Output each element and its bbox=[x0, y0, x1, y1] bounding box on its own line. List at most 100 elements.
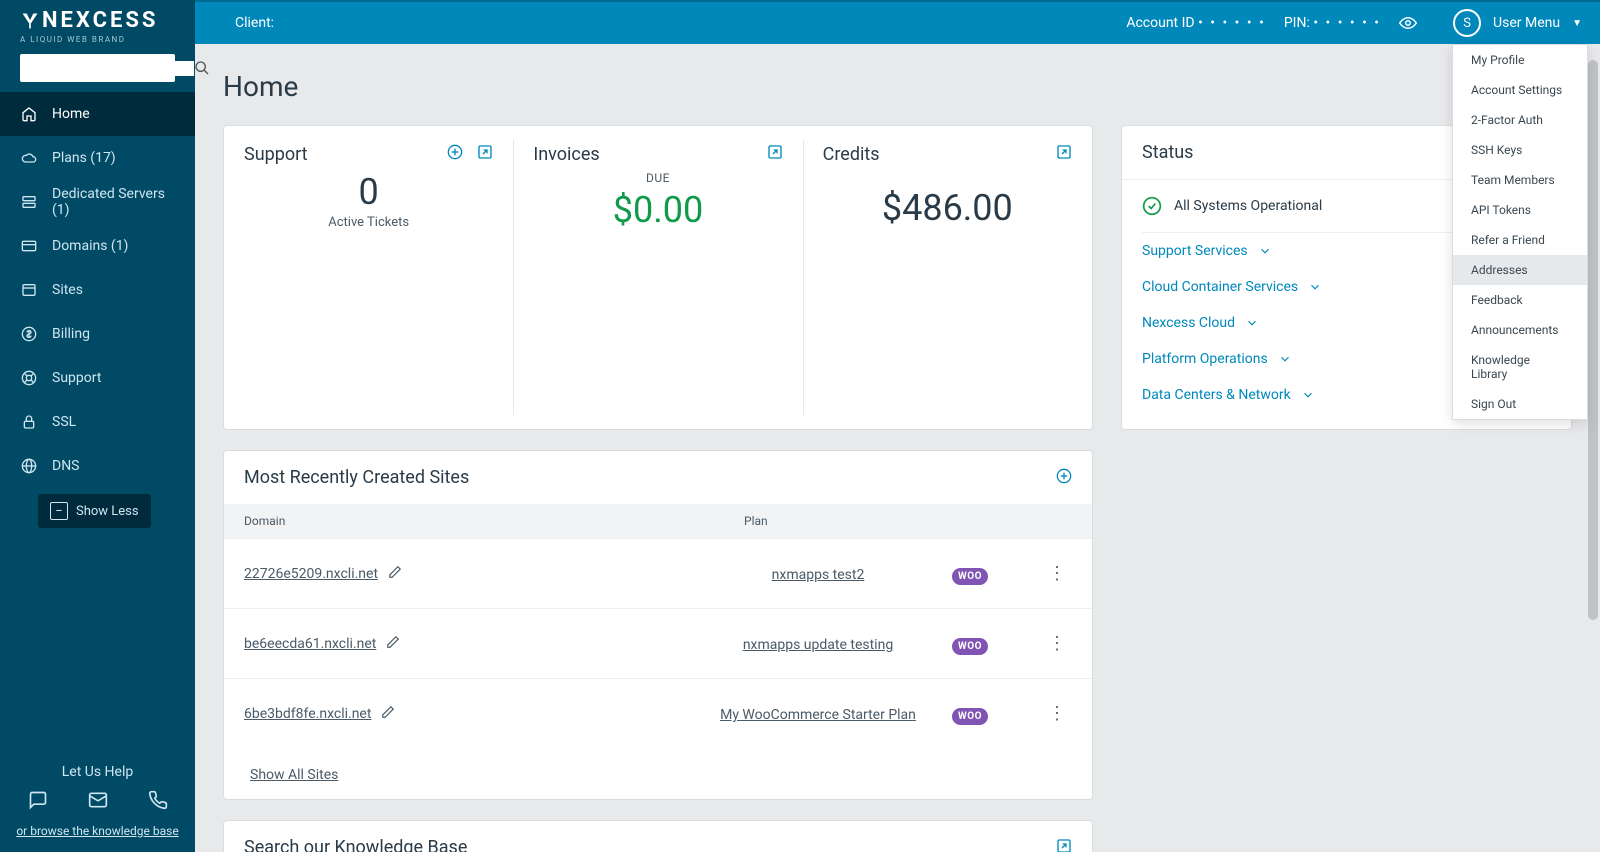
user-menu-item[interactable]: Addresses bbox=[1453, 255, 1587, 285]
account-id-value: • • • • • • bbox=[1198, 15, 1266, 31]
credits-value: $486.00 bbox=[823, 187, 1072, 229]
reveal-eye-icon[interactable] bbox=[1399, 14, 1417, 32]
sites-card: Most Recently Created Sites Domain Plan … bbox=[223, 450, 1093, 800]
site-domain-link[interactable]: 6be3bdf8fe.nxcli.net bbox=[244, 706, 371, 722]
user-menu-item[interactable]: My Profile bbox=[1453, 45, 1587, 75]
sidebar-item-card[interactable]: Domains (1) bbox=[0, 224, 195, 268]
logo-main: NEXCESS bbox=[20, 8, 175, 33]
brand-tagline: A LIQUID WEB BRAND bbox=[20, 35, 175, 44]
show-all-sites-link[interactable]: Show All Sites bbox=[250, 767, 338, 783]
user-menu-item[interactable]: Account Settings bbox=[1453, 75, 1587, 105]
site-domain-link[interactable]: be6eecda61.nxcli.net bbox=[244, 636, 376, 652]
pin-group: PIN: • • • • • • bbox=[1284, 15, 1381, 31]
sidebar-item-dollar[interactable]: Billing bbox=[0, 312, 195, 356]
invoices-value: $0.00 bbox=[533, 189, 782, 231]
table-row: 22726e5209.nxcli.netnxmapps test2WOO⋮ bbox=[224, 538, 1092, 608]
dollar-icon bbox=[20, 325, 38, 343]
user-menu-item[interactable]: 2-Factor Auth bbox=[1453, 105, 1587, 135]
sidebar-search-input[interactable] bbox=[28, 61, 194, 76]
kb-link[interactable]: or browse the knowledge base bbox=[10, 824, 185, 838]
show-less-button[interactable]: −Show Less bbox=[38, 494, 151, 528]
sidebar-item-lock[interactable]: SSL bbox=[0, 400, 195, 444]
user-menu-dropdown: My ProfileAccount Settings2-Factor AuthS… bbox=[1452, 44, 1588, 420]
edit-icon[interactable] bbox=[381, 704, 395, 723]
due-label: DUE bbox=[533, 171, 782, 185]
kb-title: Search our Knowledge Base bbox=[244, 837, 467, 852]
invoices-title: Invoices bbox=[533, 144, 599, 165]
row-menu-icon[interactable]: ⋮ bbox=[1042, 703, 1072, 724]
sidebar-item-label: SSL bbox=[52, 414, 76, 430]
sidebar-item-lifebuoy[interactable]: Support bbox=[0, 356, 195, 400]
email-icon[interactable] bbox=[88, 790, 108, 814]
account-id-label: Account ID bbox=[1126, 15, 1194, 31]
sidebar-item-label: Plans (17) bbox=[52, 150, 116, 166]
status-title: Status bbox=[1142, 142, 1193, 163]
site-plan-link[interactable]: nxmapps update testing bbox=[743, 637, 893, 653]
status-group-label: Platform Operations bbox=[1142, 351, 1268, 367]
open-support-icon[interactable] bbox=[477, 144, 493, 164]
chat-icon[interactable] bbox=[28, 790, 48, 814]
user-menu-item[interactable]: Sign Out bbox=[1453, 389, 1587, 419]
site-domain-link[interactable]: 22726e5209.nxcli.net bbox=[244, 566, 378, 582]
nav-list: Home Plans (17) Dedicated Servers (1)Domai… bbox=[0, 92, 195, 750]
top-bar: Client: Account ID • • • • • • PIN: • • … bbox=[0, 0, 1600, 44]
window-icon bbox=[20, 281, 38, 299]
status-group-label: Support Services bbox=[1142, 243, 1248, 259]
add-site-icon[interactable] bbox=[1056, 468, 1072, 488]
support-count: 0 bbox=[244, 171, 493, 213]
user-menu-item[interactable]: SSH Keys bbox=[1453, 135, 1587, 165]
main-content: Home Support 0 Active Tickets Invoices bbox=[195, 44, 1600, 852]
credits-stat: Credits $486.00 bbox=[803, 126, 1092, 429]
add-ticket-icon[interactable] bbox=[447, 144, 463, 164]
row-menu-icon[interactable]: ⋮ bbox=[1042, 633, 1072, 654]
sidebar-item-label: Billing bbox=[52, 326, 90, 342]
row-menu-icon[interactable]: ⋮ bbox=[1042, 563, 1072, 584]
site-plan-link[interactable]: My WooCommerce Starter Plan bbox=[720, 707, 916, 723]
scrollbar[interactable] bbox=[1588, 60, 1598, 620]
support-stat: Support 0 Active Tickets bbox=[224, 126, 513, 429]
user-menu-item[interactable]: Knowledge Library bbox=[1453, 345, 1587, 389]
site-plan-link[interactable]: nxmapps test2 bbox=[772, 567, 865, 583]
support-sub: Active Tickets bbox=[244, 215, 493, 230]
sidebar-item-window[interactable]: Sites bbox=[0, 268, 195, 312]
account-info-block: Account ID • • • • • • PIN: • • • • • • … bbox=[1126, 1, 1600, 45]
sidebar-item-server[interactable]: Dedicated Servers (1) bbox=[0, 180, 195, 224]
sidebar-item-globe[interactable]: DNS bbox=[0, 444, 195, 488]
open-invoices-icon[interactable] bbox=[767, 144, 783, 164]
card-icon bbox=[20, 237, 38, 255]
woo-badge: WOO bbox=[952, 708, 988, 725]
lock-icon bbox=[20, 413, 38, 431]
user-menu-item[interactable]: Refer a Friend bbox=[1453, 225, 1587, 255]
sidebar-item-home[interactable]: Home bbox=[0, 92, 195, 136]
user-menu-button[interactable]: S User Menu ▼ bbox=[1435, 1, 1600, 45]
minus-box-icon: − bbox=[50, 502, 68, 520]
user-menu-item[interactable]: Feedback bbox=[1453, 285, 1587, 315]
th-plan: Plan bbox=[744, 514, 1072, 528]
sidebar-search[interactable] bbox=[20, 54, 175, 82]
home-icon bbox=[20, 105, 38, 123]
account-id-group: Account ID • • • • • • bbox=[1126, 15, 1265, 31]
user-menu-item[interactable]: Announcements bbox=[1453, 315, 1587, 345]
table-row: 6be3bdf8fe.nxcli.net My WooCommerce Start… bbox=[224, 678, 1092, 748]
th-domain: Domain bbox=[244, 514, 744, 528]
pin-value: • • • • • • bbox=[1313, 15, 1381, 31]
user-menu-item[interactable]: API Tokens bbox=[1453, 195, 1587, 225]
sidebar-item-label: DNS bbox=[52, 458, 80, 474]
open-credits-icon[interactable] bbox=[1056, 144, 1072, 164]
phone-icon[interactable] bbox=[148, 790, 168, 814]
user-menu-item[interactable]: Team Members bbox=[1453, 165, 1587, 195]
sidebar-item-cloud[interactable]: Plans (17) bbox=[0, 136, 195, 180]
caret-down-icon: ▼ bbox=[1572, 18, 1582, 29]
sidebar: NEXCESS A LIQUID WEB BRAND Home Plans (17… bbox=[0, 0, 195, 852]
edit-icon[interactable] bbox=[386, 634, 400, 653]
status-group-label: Nexcess Cloud bbox=[1142, 315, 1235, 331]
stats-card: Support 0 Active Tickets Invoices DUE bbox=[223, 125, 1093, 430]
help-footer: Let Us Help or browse the knowledge base bbox=[0, 750, 195, 852]
user-menu-label: User Menu bbox=[1493, 15, 1560, 31]
edit-icon[interactable] bbox=[388, 564, 402, 583]
support-title: Support bbox=[244, 144, 308, 165]
open-kb-icon[interactable] bbox=[1056, 838, 1072, 852]
chevron-down-icon bbox=[1245, 316, 1259, 330]
logo[interactable]: NEXCESS A LIQUID WEB BRAND bbox=[0, 0, 195, 54]
sidebar-item-label: Home bbox=[52, 106, 90, 122]
